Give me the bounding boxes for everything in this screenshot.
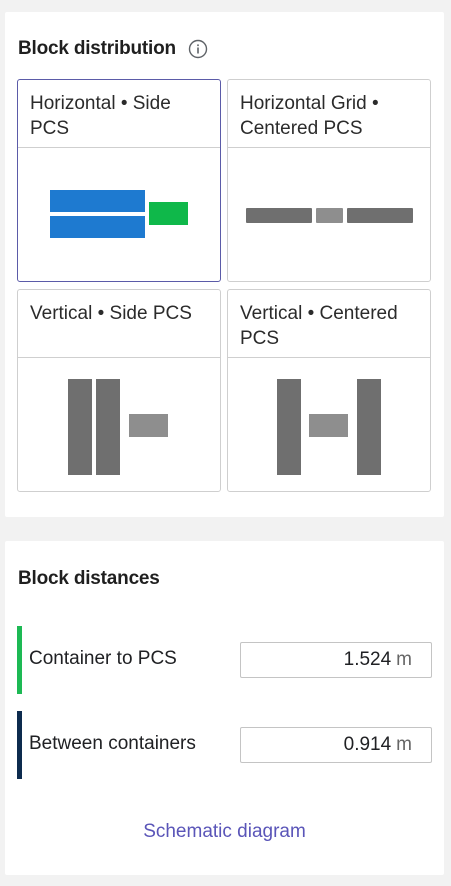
option-label: Vertical • Centered PCS bbox=[240, 303, 398, 349]
container-block bbox=[277, 379, 301, 475]
pcs-block bbox=[149, 202, 188, 225]
block-distribution-title: Block distribution bbox=[18, 38, 176, 59]
option-label: Horizontal Grid • Centered PCS bbox=[240, 93, 379, 139]
row-accent-bar bbox=[17, 626, 22, 694]
row-label: Between containers bbox=[29, 733, 196, 754]
horizontal-side-pcs-diagram bbox=[50, 190, 188, 238]
option-vertical-side-pcs[interactable]: Vertical • Side PCS bbox=[17, 289, 221, 492]
container-to-pcs-input[interactable]: 1.524 m bbox=[240, 642, 432, 678]
option-vertical-centered-pcs[interactable]: Vertical • Centered PCS bbox=[227, 289, 431, 492]
distance-row-between-containers: Between containers 0.914 m bbox=[17, 711, 432, 779]
input-value: 0.914 bbox=[343, 734, 392, 755]
container-block bbox=[357, 379, 381, 475]
container-block bbox=[50, 190, 145, 212]
horizontal-grid-centered-pcs-diagram bbox=[246, 208, 413, 223]
option-horizontal-side-pcs[interactable]: Horizontal • Side PCS bbox=[17, 79, 221, 282]
block-distances-title: Block distances bbox=[18, 568, 160, 589]
row-accent-bar bbox=[17, 711, 22, 779]
container-block bbox=[96, 379, 120, 475]
pcs-block bbox=[129, 414, 168, 437]
option-label: Vertical • Side PCS bbox=[30, 303, 192, 324]
info-circle-icon[interactable] bbox=[188, 39, 208, 59]
option-horizontal-grid-centered-pcs[interactable]: Horizontal Grid • Centered PCS bbox=[227, 79, 431, 282]
option-label: Horizontal • Side PCS bbox=[30, 93, 171, 139]
container-block bbox=[68, 379, 92, 475]
row-label: Container to PCS bbox=[29, 648, 177, 669]
between-containers-input[interactable]: 0.914 m bbox=[240, 727, 432, 763]
pcs-block bbox=[309, 414, 348, 437]
pcs-block bbox=[316, 208, 343, 223]
input-unit: m bbox=[396, 734, 412, 755]
input-value: 1.524 bbox=[343, 649, 392, 670]
block-distribution-panel: Block distribution Horizontal • Side PCS… bbox=[5, 12, 444, 517]
container-block bbox=[347, 208, 413, 223]
container-block bbox=[50, 216, 145, 238]
input-unit: m bbox=[396, 649, 412, 670]
schematic-diagram-link[interactable]: Schematic diagram bbox=[5, 821, 444, 843]
block-distances-panel: Block distances Container to PCS 1.524 m … bbox=[5, 541, 444, 875]
vertical-side-pcs-diagram bbox=[68, 379, 168, 475]
vertical-centered-pcs-diagram bbox=[277, 379, 381, 475]
distance-row-container-to-pcs: Container to PCS 1.524 m bbox=[17, 626, 432, 694]
container-block bbox=[246, 208, 312, 223]
